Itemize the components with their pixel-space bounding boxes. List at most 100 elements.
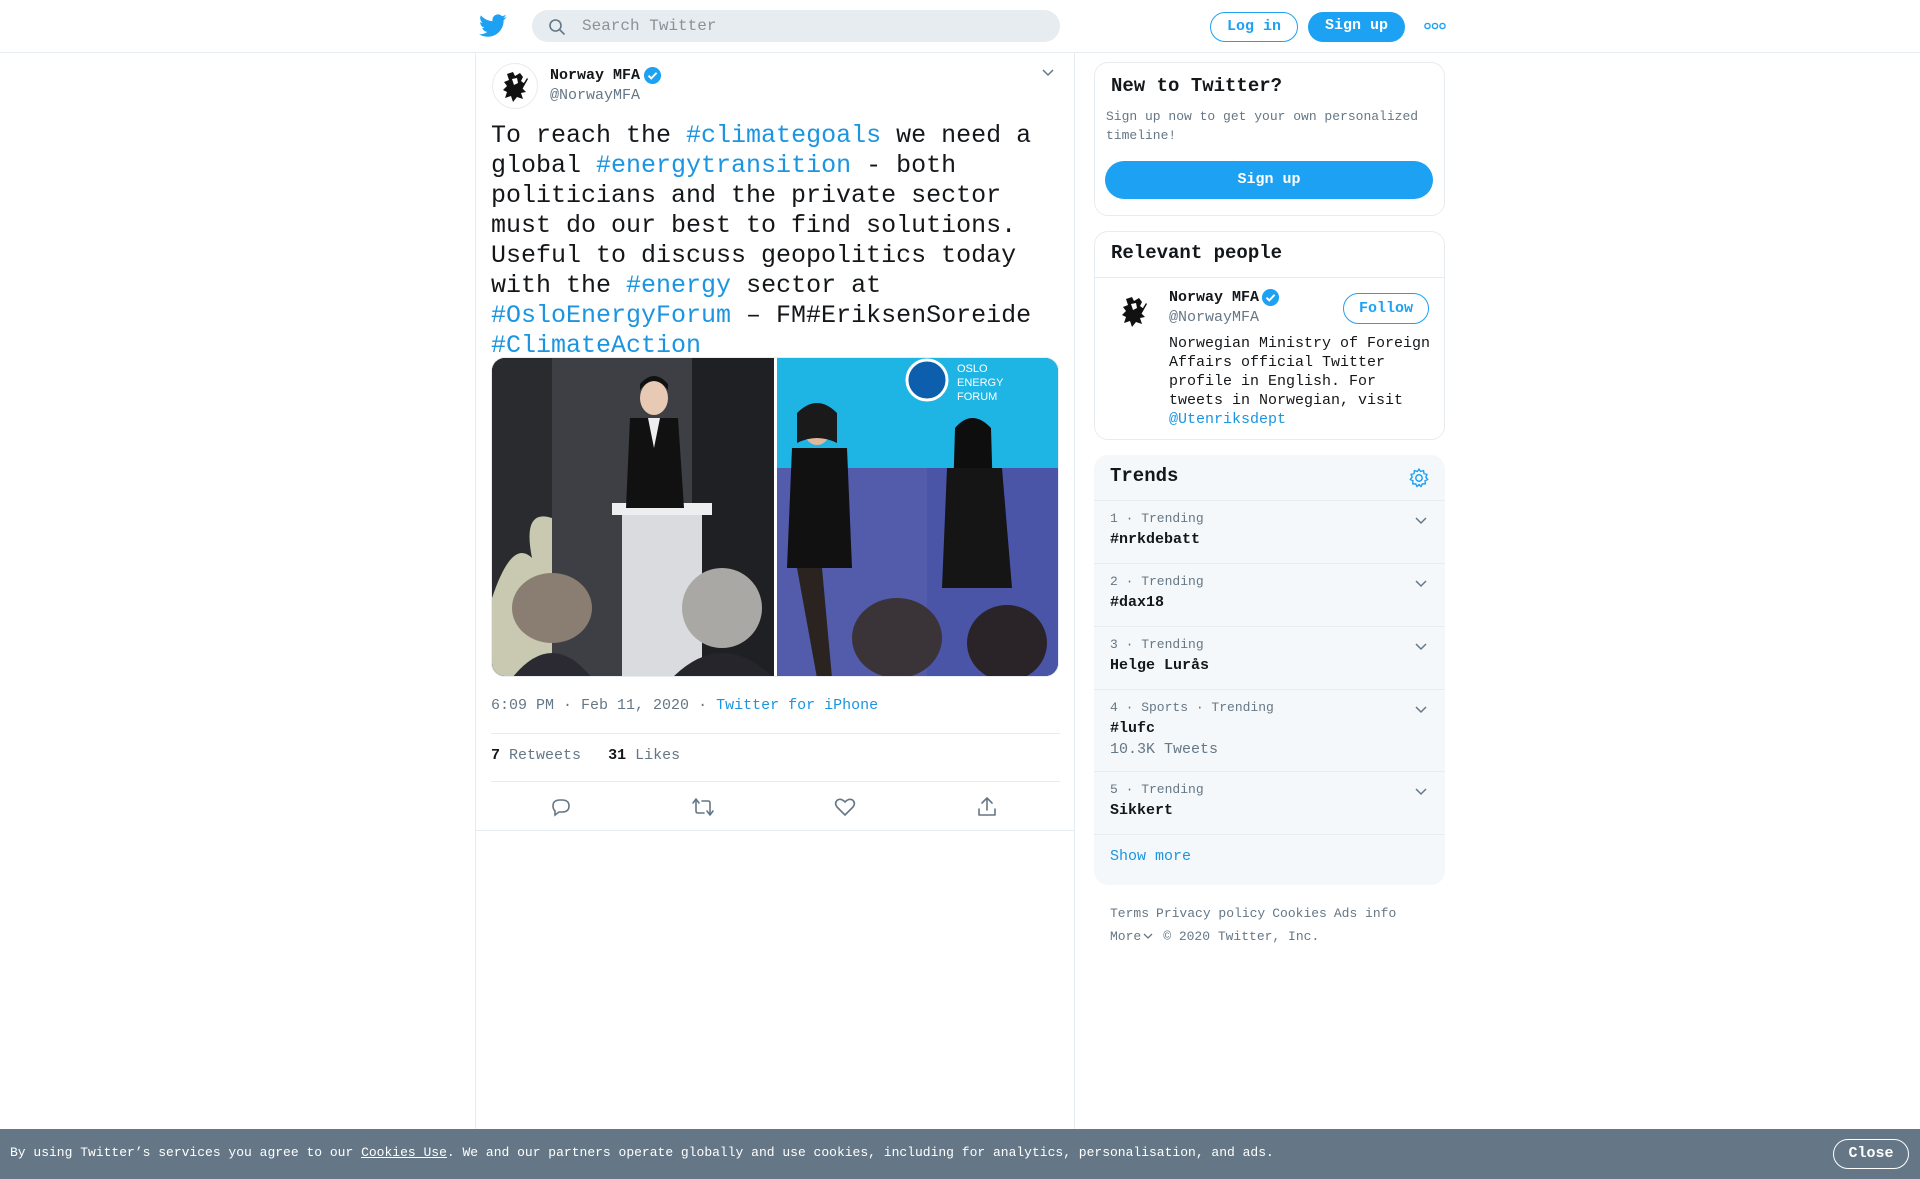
trends-title: Trends bbox=[1110, 465, 1179, 487]
chevron-down-icon[interactable] bbox=[1414, 515, 1428, 525]
trend-item[interactable]: 2 · Trending #dax18 bbox=[1094, 563, 1445, 626]
trend-meta: 4 · Sports · Trending bbox=[1110, 700, 1274, 715]
tweet-text-segment: – FM#EriksenSoreide bbox=[731, 301, 1047, 330]
author-handle[interactable]: @NorwayMFA bbox=[550, 87, 640, 104]
cookie-close-button[interactable]: Close bbox=[1833, 1139, 1909, 1169]
trend-meta: 5 · Trending bbox=[1110, 782, 1204, 797]
tweet-photo-1[interactable] bbox=[492, 358, 774, 676]
norway-lion-emblem-icon bbox=[1122, 297, 1147, 327]
tweet-source-link[interactable]: Twitter for iPhone bbox=[716, 697, 878, 714]
search-box[interactable]: Search Twitter bbox=[532, 10, 1060, 42]
hashtag-link[interactable]: #OsloEnergyForum bbox=[491, 301, 731, 330]
chevron-down-icon bbox=[1143, 933, 1153, 939]
hashtag-link[interactable]: #energytransition bbox=[596, 151, 851, 180]
tweet-media[interactable]: OSLO ENERGY FORUM bbox=[491, 357, 1059, 677]
ads-info-link[interactable]: Ads info bbox=[1334, 906, 1396, 921]
person-name[interactable]: Norway MFA bbox=[1169, 289, 1259, 306]
signup-card-button[interactable]: Sign up bbox=[1105, 161, 1433, 199]
cookie-prefix: By using Twitter’s services you agree to… bbox=[10, 1145, 362, 1160]
new-to-twitter-card: New to Twitter? Sign up now to get your … bbox=[1094, 62, 1445, 216]
author-avatar[interactable] bbox=[492, 63, 538, 109]
hashtag-link[interactable]: #climategoals bbox=[686, 121, 881, 150]
trend-count: 10.3K Tweets bbox=[1110, 741, 1219, 758]
trend-name: #dax18 bbox=[1110, 594, 1165, 611]
cookie-suffix: . We and our partners operate globally a… bbox=[446, 1145, 1274, 1160]
person-handle[interactable]: @NorwayMFA bbox=[1169, 309, 1259, 326]
terms-link[interactable]: Terms bbox=[1110, 906, 1149, 921]
tweet-stats: 7 Retweets 31 Likes bbox=[491, 747, 680, 764]
author-name[interactable]: Norway MFA bbox=[550, 67, 640, 84]
more-menu[interactable]: More bbox=[1110, 929, 1153, 944]
meta-dot: · bbox=[698, 697, 708, 714]
cookies-link[interactable]: Cookies bbox=[1272, 906, 1327, 921]
search-input[interactable]: Search Twitter bbox=[582, 17, 716, 35]
divider bbox=[491, 781, 1060, 782]
divider bbox=[476, 830, 1074, 831]
sidebar-footer: Terms Privacy policy Cookies Ads info More ©… bbox=[1110, 902, 1450, 948]
signup-button[interactable]: Sign up bbox=[1308, 12, 1405, 42]
cookie-consent-bar: By using Twitter’s services you agree to… bbox=[0, 1129, 1920, 1179]
trend-name: Helge Lurås bbox=[1110, 657, 1210, 674]
login-button[interactable]: Log in bbox=[1210, 12, 1298, 42]
bio-mention-link[interactable]: @Utenriksdept bbox=[1169, 411, 1286, 428]
follow-button[interactable]: Follow bbox=[1343, 293, 1429, 324]
divider bbox=[491, 733, 1060, 734]
trend-item[interactable]: 1 · Trending #nrkdebatt bbox=[1094, 500, 1445, 563]
chevron-down-icon[interactable] bbox=[1414, 641, 1428, 651]
chevron-down-icon[interactable] bbox=[1041, 67, 1055, 77]
likes-stat[interactable]: 31 Likes bbox=[608, 747, 680, 764]
copyright: © 2020 Twitter, Inc. bbox=[1163, 929, 1320, 944]
share-icon[interactable] bbox=[975, 795, 999, 819]
trend-item[interactable]: 4 · Sports · Trending #lufc 10.3K Tweets bbox=[1094, 689, 1445, 771]
verified-badge-icon bbox=[643, 66, 662, 85]
relevant-people-card: Relevant people Norway MFA @NorwayMFA Fo… bbox=[1094, 231, 1445, 440]
twitter-bird-icon[interactable] bbox=[479, 14, 507, 38]
retweets-count: 7 bbox=[491, 747, 501, 764]
verified-badge-icon bbox=[1261, 288, 1280, 307]
show-more-link[interactable]: Show more bbox=[1110, 848, 1191, 865]
retweets-stat[interactable]: 7 Retweets bbox=[491, 747, 581, 764]
tweet-text-segment: To reach the bbox=[491, 121, 687, 150]
person-bio: Norwegian Ministry of Foreign Affairs of… bbox=[1169, 334, 1431, 429]
like-icon[interactable] bbox=[833, 795, 857, 819]
norway-lion-emblem-icon bbox=[503, 72, 528, 102]
relevant-people-title: Relevant people bbox=[1111, 242, 1283, 264]
more-dots-icon[interactable] bbox=[1424, 22, 1446, 30]
gear-icon[interactable] bbox=[1408, 467, 1430, 489]
chevron-down-icon[interactable] bbox=[1414, 704, 1428, 714]
tweet-photo-2[interactable]: OSLO ENERGY FORUM bbox=[777, 358, 1058, 676]
more-label: More bbox=[1110, 929, 1142, 944]
tweet-text-segment: sector at bbox=[731, 271, 897, 300]
cookie-text: By using Twitter’s services you agree to… bbox=[10, 1145, 1274, 1160]
trend-name: #nrkdebatt bbox=[1110, 531, 1201, 548]
signup-card-subtitle: Sign up now to get your own personalized… bbox=[1106, 109, 1419, 143]
tweet-timestamp[interactable]: 6:09 PM · Feb 11, 2020 bbox=[491, 697, 689, 714]
retweet-icon[interactable] bbox=[691, 795, 715, 819]
trend-item[interactable]: 3 · Trending Helge Lurås bbox=[1094, 626, 1445, 689]
privacy-link[interactable]: Privacy policy bbox=[1156, 906, 1265, 921]
trends-card: Trends 1 · Trending #nrkdebatt 2 · Trend… bbox=[1094, 455, 1445, 885]
signup-card-title: New to Twitter? bbox=[1111, 75, 1283, 97]
retweets-label: Retweets bbox=[509, 747, 582, 764]
tweet-meta: 6:09 PM · Feb 11, 2020 · Twitter for iPh… bbox=[491, 697, 878, 714]
search-icon bbox=[549, 19, 565, 35]
likes-count: 31 bbox=[608, 747, 627, 764]
trend-name: #lufc bbox=[1110, 720, 1156, 737]
person-avatar[interactable] bbox=[1112, 289, 1158, 335]
chevron-down-icon[interactable] bbox=[1414, 578, 1428, 588]
person-bio-text: Norwegian Ministry of Foreign Affairs of… bbox=[1169, 335, 1431, 409]
top-nav: Search Twitter Log in Sign up bbox=[0, 0, 1920, 53]
chevron-down-icon[interactable] bbox=[1414, 786, 1428, 796]
cookies-use-link[interactable]: Cookies Use bbox=[361, 1145, 447, 1160]
tweet-column: Norway MFA @NorwayMFA To reach the #clim… bbox=[475, 53, 1075, 1129]
hashtag-link[interactable]: #ClimateAction bbox=[491, 331, 701, 360]
trend-name: Sikkert bbox=[1110, 802, 1174, 819]
tweet-actions bbox=[491, 795, 1060, 835]
reply-icon[interactable] bbox=[549, 795, 573, 819]
divider bbox=[1095, 277, 1444, 278]
tweet-text: To reach the #climategoals we need a glo… bbox=[491, 121, 1071, 361]
hashtag-link[interactable]: #energy bbox=[626, 271, 731, 300]
trend-item[interactable]: 5 · Trending Sikkert bbox=[1094, 771, 1445, 834]
trend-meta: 2 · Trending bbox=[1110, 574, 1204, 589]
likes-label: Likes bbox=[635, 747, 681, 764]
